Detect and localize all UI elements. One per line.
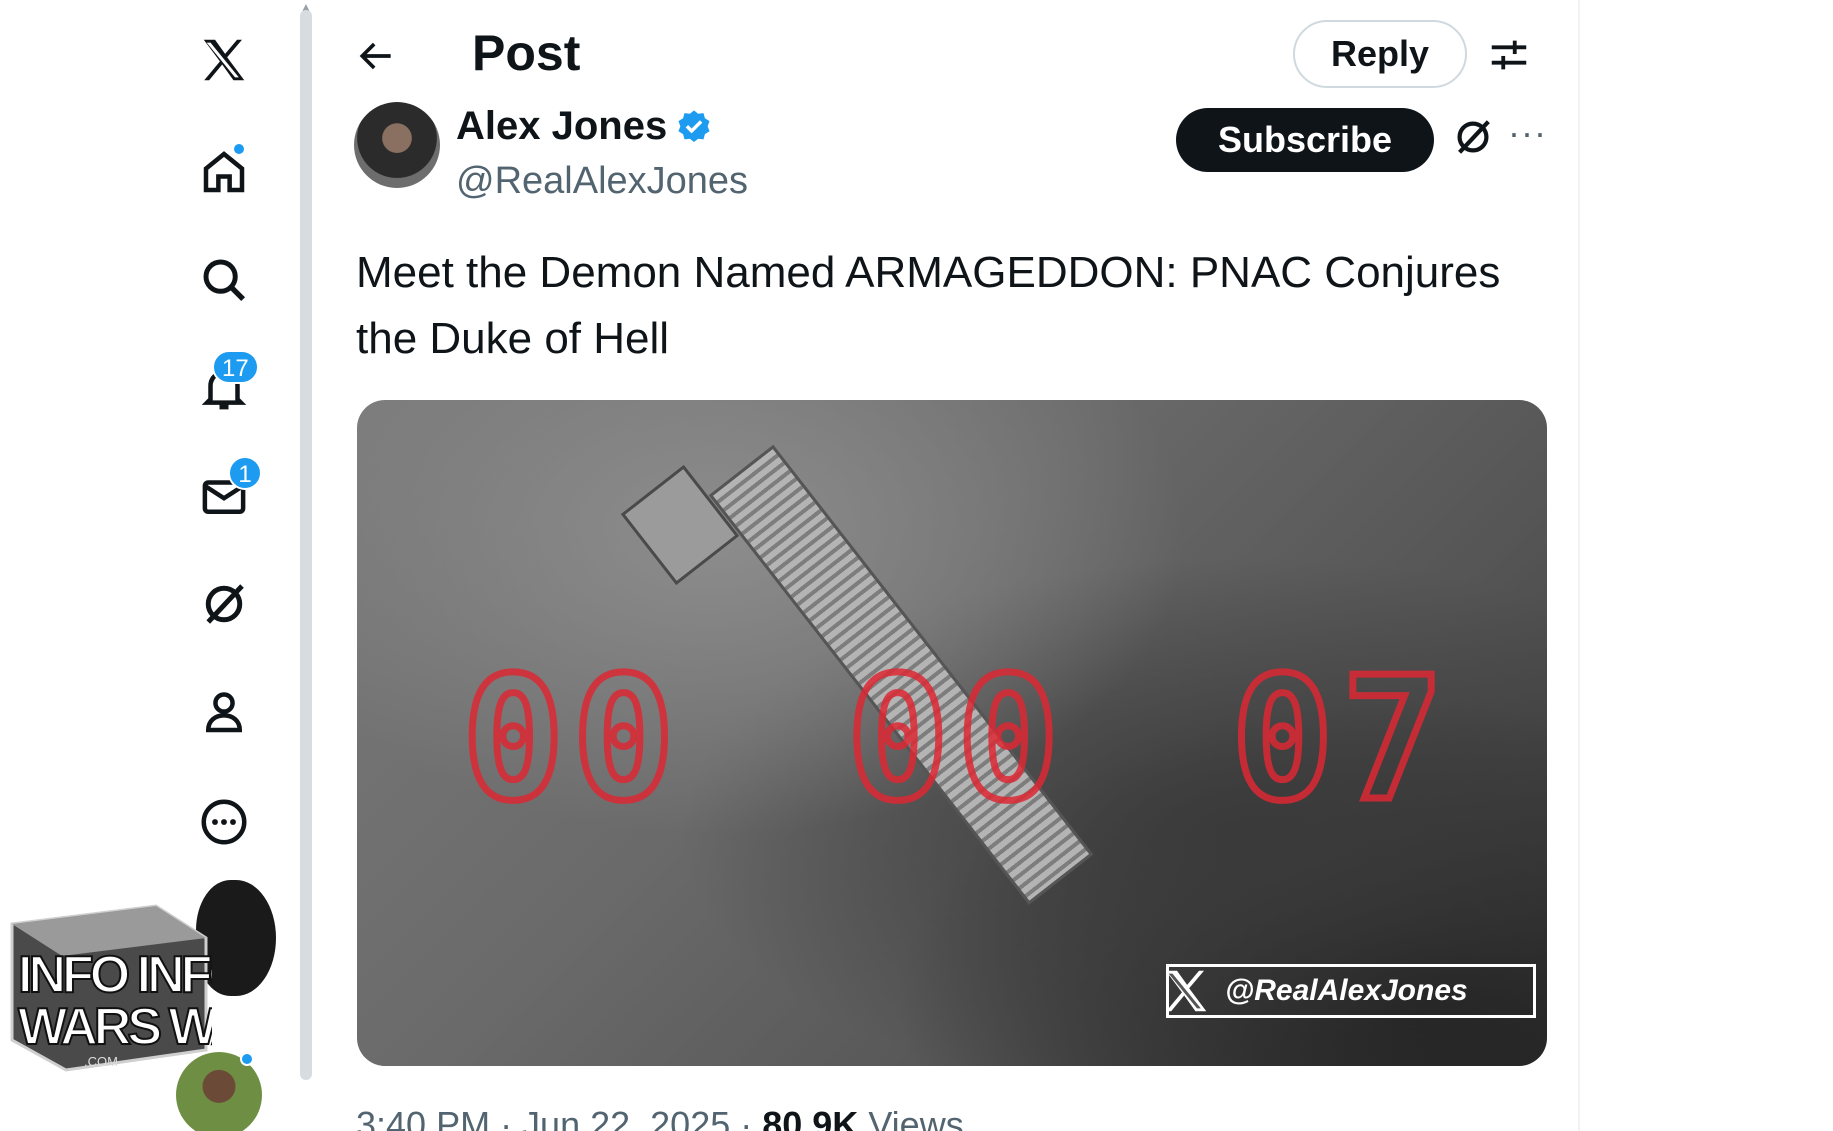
- grok-explain-icon[interactable]: [1450, 114, 1496, 160]
- back-arrow-icon[interactable]: [354, 34, 398, 78]
- x-logo-icon[interactable]: [192, 28, 256, 92]
- more-menu-icon[interactable]: ···: [1508, 112, 1547, 154]
- notifications-bell-icon[interactable]: 17: [192, 350, 259, 420]
- post-text: Meet the Demon Named ARMAGEDDON: PNAC Co…: [356, 248, 1501, 363]
- watermark-handle: @RealAlexJones: [1225, 974, 1468, 1007]
- author-avatar[interactable]: [354, 102, 440, 188]
- scrollbar[interactable]: [300, 10, 312, 1080]
- timer-minutes: 00: [843, 641, 1068, 839]
- logo-line-2: WARS WARS: [18, 998, 212, 1056]
- subscribe-button[interactable]: Subscribe: [1176, 108, 1434, 172]
- post-timestamp[interactable]: 3:40 PM · Jun 22, 2025 ·: [356, 1104, 762, 1131]
- author-handle[interactable]: @RealAlexJones: [456, 160, 748, 203]
- account-avatar[interactable]: [176, 1052, 262, 1131]
- logo-line-1: INFO INFO: [18, 946, 212, 1004]
- video-watermark: @RealAlexJones: [1165, 964, 1536, 1018]
- column-divider: [1578, 0, 1580, 1131]
- messages-badge: 1: [228, 456, 262, 490]
- timer-hours: 00: [459, 641, 683, 839]
- logo-line-3: .COM: [84, 1054, 118, 1069]
- verified-badge-icon: [678, 109, 710, 142]
- author-name[interactable]: Alex Jones: [456, 104, 667, 149]
- notifications-badge: 17: [212, 350, 259, 384]
- views-count: 80.9K: [762, 1104, 859, 1131]
- post-meta: 3:40 PM · Jun 22, 2025 · 80.9K Views: [356, 1104, 964, 1131]
- author-name-row[interactable]: Alex Jones: [456, 104, 713, 149]
- more-options-icon[interactable]: [192, 790, 256, 854]
- home-notification-dot: [232, 142, 246, 156]
- page-title: Post: [472, 25, 581, 81]
- profile-icon[interactable]: [192, 680, 256, 744]
- filter-settings-icon[interactable]: [1486, 32, 1532, 78]
- infowars-logo: INFO INFO WARS WARS .COM: [10, 904, 212, 1072]
- video-countdown-timer: 00 00 07: [459, 641, 1452, 839]
- x-watermark-icon: [1165, 970, 1207, 1012]
- home-icon[interactable]: [192, 140, 256, 204]
- account-notification-dot: [240, 1052, 254, 1066]
- reply-button[interactable]: Reply: [1293, 20, 1467, 88]
- messages-envelope-icon[interactable]: 1: [192, 456, 262, 528]
- timer-seconds: 07: [1228, 641, 1452, 839]
- views-label: Views: [858, 1104, 964, 1131]
- grok-icon[interactable]: [192, 572, 256, 636]
- search-icon[interactable]: [192, 248, 256, 312]
